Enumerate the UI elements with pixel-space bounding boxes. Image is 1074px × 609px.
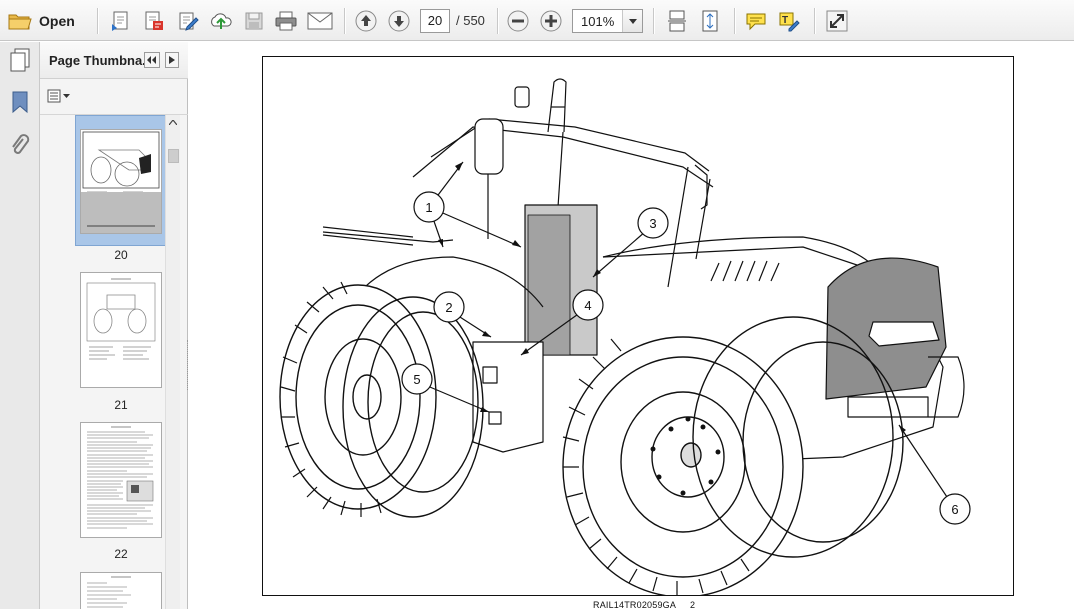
page-number-input[interactable]: 20	[420, 9, 450, 33]
panel-header: Page Thumbna...	[40, 42, 188, 79]
document-viewport[interactable]: 1 2 3 4 5 6 RAIL14TR02059GA 2	[189, 42, 1074, 609]
fit-page-icon	[700, 10, 720, 32]
main-toolbar: Open 20 / 550 101% T	[0, 0, 1074, 41]
thumbnail-preview-image	[87, 576, 131, 608]
page-thumbnails-nav-button[interactable]	[8, 48, 32, 74]
toolbar-separator	[653, 8, 654, 34]
toolbar-separator	[97, 8, 98, 34]
upload-button[interactable]	[208, 7, 234, 35]
save-button[interactable]	[241, 7, 267, 35]
toolbar-separator	[734, 8, 735, 34]
scroll-pages-icon	[667, 10, 687, 32]
page-thumbnails-icon	[9, 48, 31, 75]
tractor-illustration-frame: 1 2 3 4 5 6	[262, 56, 1014, 596]
figure-caption: RAIL14TR02059GA 2	[593, 600, 695, 609]
svg-text:T: T	[782, 15, 788, 26]
edit-document-icon	[177, 10, 199, 32]
callout-5: 5	[413, 372, 420, 387]
zoom-in-button[interactable]	[538, 7, 564, 35]
thumbnail-page-23[interactable]	[80, 572, 162, 609]
callout-4: 4	[584, 298, 591, 313]
cloud-upload-icon	[209, 10, 233, 32]
highlight-text-button[interactable]: T	[776, 7, 802, 35]
email-button[interactable]	[306, 7, 334, 35]
folder-icon	[8, 11, 32, 31]
full-screen-button[interactable]	[824, 7, 850, 35]
paperclip-icon	[10, 133, 30, 161]
page-total-label: / 550	[456, 13, 485, 28]
callout-1: 1	[425, 200, 432, 215]
figure-code: RAIL14TR02059GA	[593, 600, 677, 609]
open-label: Open	[39, 13, 75, 29]
thumbnail-label-20: 20	[114, 248, 128, 262]
previous-page-button[interactable]	[353, 7, 379, 35]
printer-icon	[275, 11, 297, 31]
open-button[interactable]: Open	[8, 7, 75, 35]
page-thumbnails-panel: Page Thumbna... 20 21 22	[40, 42, 188, 609]
chevron-down-icon[interactable]	[622, 10, 642, 32]
thumbnail-page-20[interactable]	[80, 129, 162, 234]
navigation-pane-buttons	[0, 42, 40, 609]
fit-page-button[interactable]	[697, 7, 723, 35]
bookmarks-nav-button[interactable]	[8, 90, 32, 116]
thumbnail-page-21[interactable]	[80, 272, 162, 388]
callout-2: 2	[445, 300, 452, 315]
thumbnails-list: 20 21 22	[40, 114, 188, 609]
zoom-value: 101%	[581, 14, 615, 29]
thumbnail-preview-image	[87, 426, 154, 529]
scrolling-mode-button[interactable]	[664, 7, 690, 35]
callout-6: 6	[951, 502, 958, 517]
speech-bubble-icon	[745, 11, 767, 31]
collapse-panel-button[interactable]	[144, 52, 160, 68]
envelope-icon	[307, 12, 333, 30]
thumbnail-page-22[interactable]	[80, 422, 162, 538]
thumbnail-label-22: 22	[114, 547, 128, 561]
thumbnail-preview-image	[86, 278, 156, 360]
expand-arrows-icon	[826, 10, 848, 32]
create-pdf-icon	[110, 10, 132, 32]
create-pdf-button[interactable]	[108, 7, 134, 35]
scrollbar-thumb[interactable]	[168, 149, 179, 163]
double-chevron-left-icon	[147, 56, 156, 64]
zoom-select[interactable]: 101%	[572, 9, 643, 33]
pdf-document-icon	[143, 10, 165, 32]
save-icon	[244, 11, 264, 31]
figure-number: 2	[690, 600, 696, 609]
bookmark-icon	[10, 90, 30, 117]
highlight-pen-icon: T	[778, 10, 800, 32]
chevron-right-icon	[169, 56, 175, 64]
callout-3: 3	[649, 216, 656, 231]
export-pdf-button[interactable]	[141, 7, 167, 35]
arrow-down-circle-icon	[388, 10, 410, 32]
thumbnail-preview-image	[81, 131, 161, 233]
panel-menu-button[interactable]	[165, 52, 179, 68]
thumbnail-label-21: 21	[114, 398, 128, 412]
arrow-up-circle-icon	[355, 10, 377, 32]
tractor-line-drawing: 1 2 3 4 5 6	[279, 78, 971, 595]
next-page-button[interactable]	[386, 7, 412, 35]
toolbar-separator	[344, 8, 345, 34]
thumbnails-scrollbar[interactable]	[165, 115, 180, 609]
panel-title: Page Thumbna...	[49, 53, 154, 68]
options-menu-icon	[47, 89, 70, 103]
print-button[interactable]	[273, 7, 299, 35]
minus-circle-icon	[507, 10, 529, 32]
toolbar-separator	[814, 8, 815, 34]
edit-pdf-button[interactable]	[175, 7, 201, 35]
zoom-out-button[interactable]	[505, 7, 531, 35]
attachments-nav-button[interactable]	[8, 133, 32, 161]
thumbnail-options-button[interactable]	[47, 87, 71, 105]
comment-button[interactable]	[743, 7, 769, 35]
chevron-up-icon[interactable]	[166, 115, 180, 129]
toolbar-separator	[497, 8, 498, 34]
plus-circle-icon	[540, 10, 562, 32]
